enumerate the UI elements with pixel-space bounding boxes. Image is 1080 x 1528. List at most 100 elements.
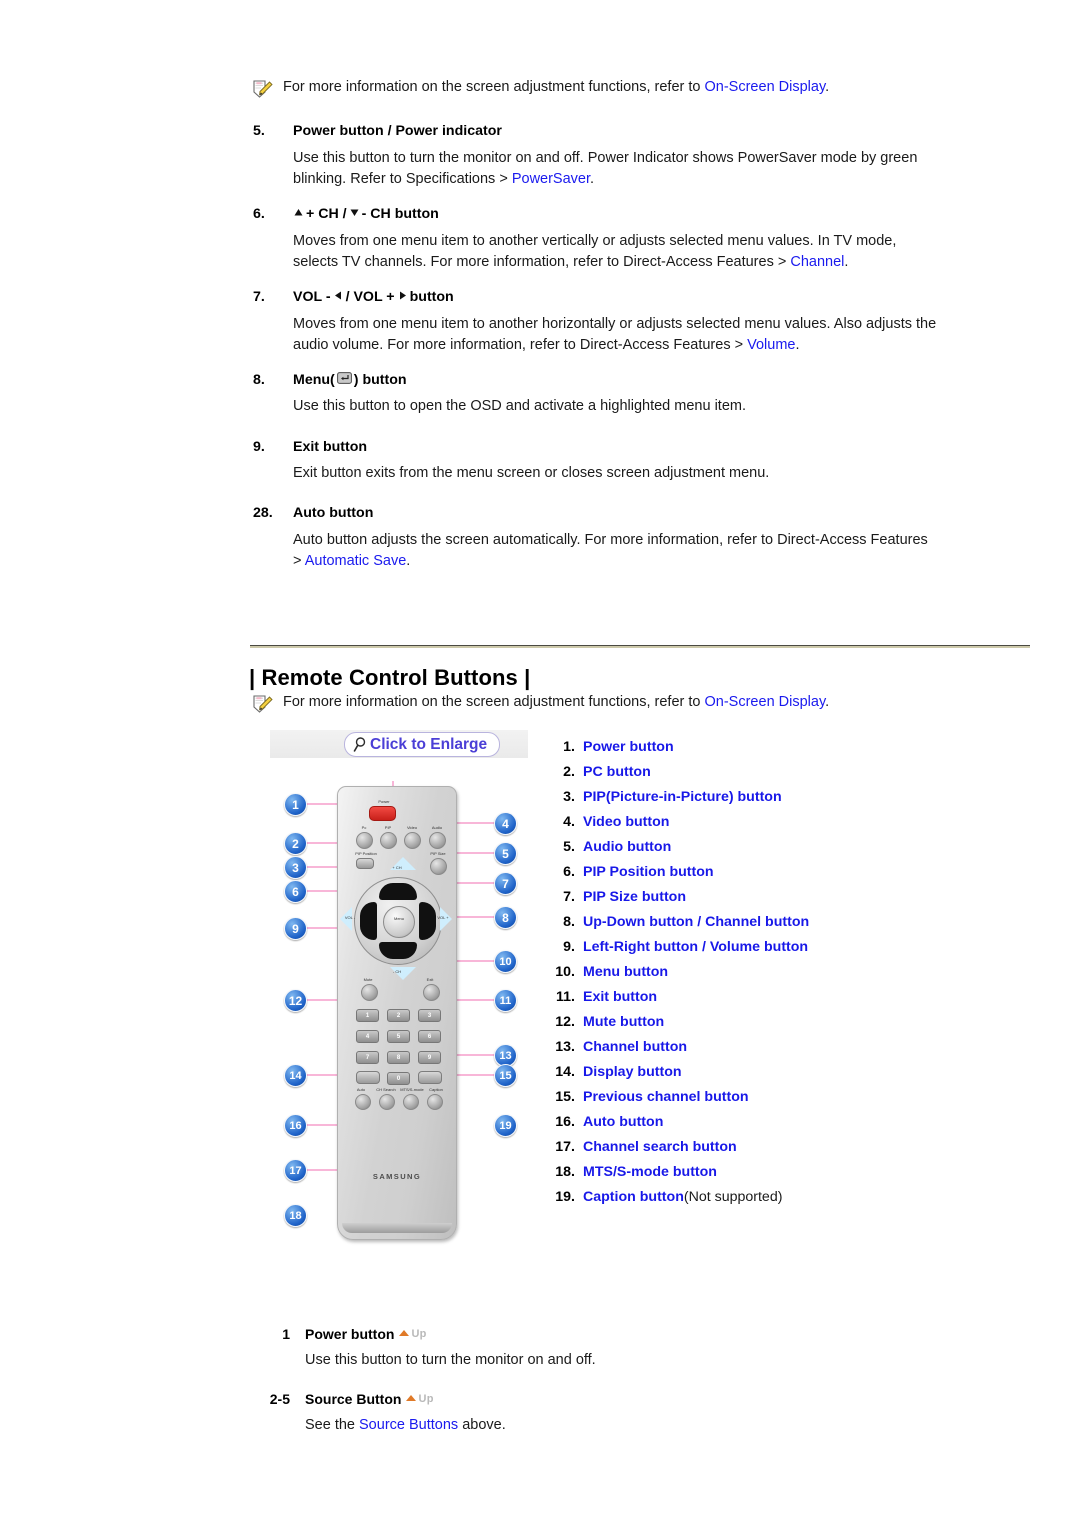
item-5-body-line1: Use this button to turn the monitor on a… bbox=[293, 150, 918, 166]
bottom-entry-2-title: Source Button bbox=[305, 1391, 402, 1407]
list-item: 7. PIP Size button bbox=[545, 889, 975, 914]
list-item-label[interactable]: PC button bbox=[583, 764, 651, 780]
item-9-body: Exit button exits from the menu screen o… bbox=[293, 463, 993, 484]
dpad-left[interactable] bbox=[360, 902, 377, 940]
list-item: 19. Caption button (Not supported) bbox=[545, 1189, 975, 1214]
remote-pip-position-button[interactable] bbox=[356, 858, 374, 869]
remote-mute-button[interactable] bbox=[361, 984, 378, 1001]
remote-key-1[interactable]: 1 bbox=[356, 1009, 379, 1022]
item-8-body-line1: Use this button to open the OSD and acti… bbox=[293, 398, 746, 414]
list-item-label[interactable]: Channel search button bbox=[583, 1139, 737, 1155]
remote-video-button[interactable] bbox=[404, 832, 421, 849]
remote-label-video: Video bbox=[406, 825, 418, 830]
list-item-label[interactable]: Power button bbox=[583, 739, 674, 755]
remote-pip-button[interactable] bbox=[380, 832, 397, 849]
note-prefix: For more information on the screen adjus… bbox=[283, 694, 705, 710]
remote-key-4[interactable]: 4 bbox=[356, 1030, 379, 1043]
remote-key-3[interactable]: 3 bbox=[418, 1009, 441, 1022]
remote-pc-button[interactable] bbox=[356, 832, 373, 849]
remote-key-9[interactable]: 9 bbox=[418, 1051, 441, 1064]
on-screen-display-link[interactable]: On-Screen Display bbox=[705, 694, 826, 710]
remote-key-5[interactable]: 5 bbox=[387, 1030, 410, 1043]
list-item-label[interactable]: Previous channel button bbox=[583, 1089, 749, 1105]
list-item-label[interactable]: Channel button bbox=[583, 1039, 687, 1055]
item-7-title-mid: / VOL + bbox=[345, 289, 395, 305]
list-item-label[interactable]: Exit button bbox=[583, 989, 657, 1005]
list-item-number: 2. bbox=[563, 764, 575, 780]
remote-auto-button[interactable] bbox=[355, 1094, 371, 1110]
callout-14: 14 bbox=[284, 1064, 307, 1087]
list-item-label[interactable]: PIP Position button bbox=[583, 864, 714, 880]
list-item-label[interactable]: Menu button bbox=[583, 964, 668, 980]
item-28-title: Auto button bbox=[293, 505, 374, 521]
item-7-title-pre: VOL - bbox=[293, 289, 331, 305]
remote-display-button[interactable] bbox=[356, 1071, 380, 1084]
triangle-down-icon bbox=[349, 205, 360, 224]
remote-ch-search-button[interactable] bbox=[379, 1094, 395, 1110]
dpad-up[interactable] bbox=[379, 883, 417, 900]
remote-audio-button[interactable] bbox=[429, 832, 446, 849]
item-5-body: Use this button to turn the monitor on a… bbox=[293, 148, 993, 190]
item-8-number: 8. bbox=[253, 372, 265, 388]
remote-key-2[interactable]: 2 bbox=[387, 1009, 410, 1022]
dpad-down[interactable] bbox=[379, 942, 417, 959]
remote-label-ch-up: + CH bbox=[392, 865, 402, 870]
list-item-number: 18. bbox=[555, 1164, 575, 1180]
list-item-label[interactable]: Video button bbox=[583, 814, 669, 830]
remote-body: Power Pc PIP Video Audio PIP Position PI… bbox=[337, 786, 457, 1240]
remote-key-0[interactable]: 0 bbox=[387, 1072, 410, 1085]
click-to-enlarge-button[interactable]: Click to Enlarge bbox=[344, 732, 501, 757]
up-link-1[interactable]: Up bbox=[399, 1328, 426, 1340]
item-8-body: Use this button to open the OSD and acti… bbox=[293, 396, 993, 417]
item-6-body-line2-post: . bbox=[844, 254, 849, 270]
list-item-suffix: (Not supported) bbox=[683, 1189, 783, 1205]
list-item-label[interactable]: MTS/S-mode button bbox=[583, 1164, 717, 1180]
remote-key-8[interactable]: 8 bbox=[387, 1051, 410, 1064]
remote-dpad[interactable]: Menu bbox=[354, 877, 442, 965]
list-item-label[interactable]: Left-Right button / Volume button bbox=[583, 939, 808, 955]
up-link-2[interactable]: Up bbox=[406, 1393, 433, 1405]
callout-1: 1 bbox=[284, 793, 307, 816]
note-text-top: For more information on the screen adjus… bbox=[283, 78, 829, 97]
list-item-label[interactable]: Caption button bbox=[583, 1189, 684, 1205]
remote-power-button[interactable] bbox=[369, 806, 396, 821]
remote-key-6[interactable]: 6 bbox=[418, 1030, 441, 1043]
remote-caption-button[interactable] bbox=[427, 1094, 443, 1110]
channel-link[interactable]: Channel bbox=[790, 254, 844, 270]
remote-menu-button[interactable]: Menu bbox=[383, 906, 415, 938]
list-item-label[interactable]: Display button bbox=[583, 1064, 682, 1080]
remote-button-list: 1. Power button 2. PC button 3. PIP(Picture… bbox=[545, 739, 975, 1214]
list-item-label[interactable]: Mute button bbox=[583, 1014, 664, 1030]
item-8-title: Menu( ) button bbox=[293, 371, 407, 390]
remote-exit-button[interactable] bbox=[423, 984, 440, 1001]
bottom-entry-1-number: 1 bbox=[282, 1326, 290, 1342]
list-item-label[interactable]: Up-Down button / Channel button bbox=[583, 914, 809, 930]
automatic-save-link[interactable]: Automatic Save bbox=[305, 553, 407, 569]
powersaver-link[interactable]: PowerSaver bbox=[512, 171, 590, 187]
list-item: 10. Menu button bbox=[545, 964, 975, 989]
list-item-number: 5. bbox=[563, 839, 575, 855]
list-item-label[interactable]: Audio button bbox=[583, 839, 671, 855]
remote-label-caption: Caption bbox=[429, 1087, 443, 1092]
list-item: 6. PIP Position button bbox=[545, 864, 975, 889]
volume-link[interactable]: Volume bbox=[747, 337, 795, 353]
triangle-right-icon bbox=[397, 288, 408, 307]
remote-key-7[interactable]: 7 bbox=[356, 1051, 379, 1064]
remote-pip-size-button[interactable] bbox=[430, 858, 447, 875]
remote-prech-button[interactable] bbox=[418, 1071, 442, 1084]
dpad-right[interactable] bbox=[419, 902, 436, 940]
list-item: 3. PIP(Picture-in-Picture) button bbox=[545, 789, 975, 814]
source-buttons-link[interactable]: Source Buttons bbox=[359, 1417, 458, 1433]
remote-label-pc: Pc bbox=[361, 825, 367, 830]
callout-7: 7 bbox=[494, 872, 517, 895]
bottom-entry-1-title-row: Power button Up bbox=[305, 1326, 427, 1342]
remote-mts-button[interactable] bbox=[403, 1094, 419, 1110]
up-link-label: Up bbox=[411, 1328, 427, 1340]
on-screen-display-link[interactable]: On-Screen Display bbox=[705, 79, 826, 95]
list-item-label[interactable]: Auto button bbox=[583, 1114, 663, 1130]
item-9-body-line1: Exit button exits from the menu screen o… bbox=[293, 465, 770, 481]
list-item-label[interactable]: PIP Size button bbox=[583, 889, 686, 905]
list-item-number: 8. bbox=[563, 914, 575, 930]
note-pencil-icon bbox=[252, 694, 274, 714]
list-item-label[interactable]: PIP(Picture-in-Picture) button bbox=[583, 789, 782, 805]
